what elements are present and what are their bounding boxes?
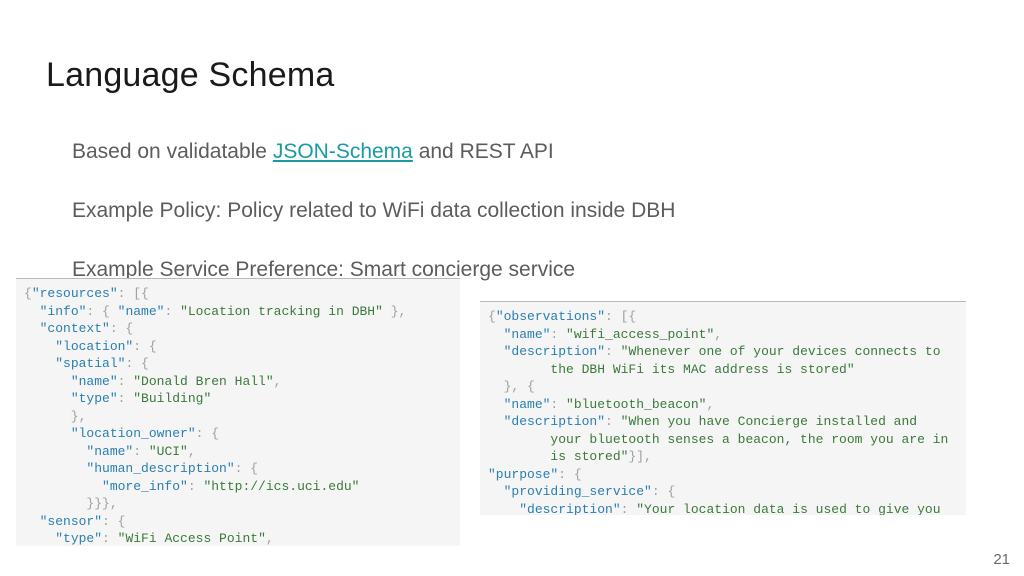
t: "info" (40, 304, 87, 319)
t: , (274, 374, 282, 389)
t: : { (102, 514, 125, 529)
t: : (605, 344, 621, 359)
t: "Whenever one of your devices connects t… (621, 344, 941, 359)
t: : (118, 374, 134, 389)
t: "name" (86, 444, 133, 459)
t: }}}, (24, 496, 118, 511)
t: : { (235, 461, 258, 476)
t: : (188, 479, 204, 494)
t: , (714, 327, 722, 342)
t (24, 479, 102, 494)
t: }, (383, 304, 406, 319)
t: "human_description" (86, 461, 234, 476)
t: : { (133, 339, 156, 354)
t (488, 502, 519, 516)
t: "description" (504, 344, 605, 359)
t (24, 339, 55, 354)
t: { (488, 309, 496, 324)
t: the DBH WiFi its MAC address is stored" (488, 362, 855, 377)
t: "name" (118, 304, 165, 319)
t: "name" (504, 327, 551, 342)
t: "resources" (32, 286, 118, 301)
body-line-1-post: and REST API (413, 140, 554, 163)
t (24, 444, 86, 459)
t: , (706, 397, 714, 412)
code-box-right: {"observations": [{ "name": "wifi_access… (480, 301, 966, 515)
json-schema-link[interactable]: JSON-Schema (273, 140, 413, 163)
t: "Your location data is used to give you (636, 502, 940, 516)
t: : (621, 502, 637, 516)
t: "description" (519, 502, 620, 516)
t: "name" (71, 374, 118, 389)
t: "type" (71, 391, 118, 406)
t (488, 344, 504, 359)
t (24, 321, 40, 336)
code-box-left: {"resources": [{ "info": { "name": "Loca… (16, 278, 460, 546)
t: your bluetooth senses a beacon, the room… (488, 432, 948, 447)
t: "http://ics.uci.edu" (203, 479, 359, 494)
t: : (550, 397, 566, 412)
t: "description" (504, 414, 605, 429)
t: : { (110, 321, 133, 336)
t: "UCI" (149, 444, 188, 459)
t: "WiFi Access Point" (118, 531, 266, 546)
t: "location" (55, 339, 133, 354)
t: "When you have Concierge installed and (621, 414, 917, 429)
slide-title: Language Schema (46, 56, 334, 95)
t: }, (24, 409, 86, 424)
t (488, 327, 504, 342)
t: "bluetooth_beacon" (566, 397, 706, 412)
t (24, 461, 86, 476)
t: }], (628, 449, 651, 464)
t: : (550, 327, 566, 342)
t: "spatial" (55, 356, 125, 371)
t: "location_owner" (71, 426, 196, 441)
t: "name" (504, 397, 551, 412)
t: : { (86, 304, 117, 319)
t (24, 514, 40, 529)
t: "observations" (496, 309, 605, 324)
t: : [{ (118, 286, 149, 301)
t: "context" (40, 321, 110, 336)
t (24, 374, 71, 389)
t: "Location tracking in DBH" (180, 304, 383, 319)
t: "more_info" (102, 479, 188, 494)
t: : (133, 444, 149, 459)
slide: Language Schema Based on validatable JSO… (0, 0, 1024, 576)
t: : { (125, 356, 148, 371)
t: "type" (55, 531, 102, 546)
t: , (188, 444, 196, 459)
t: "Building" (133, 391, 211, 406)
t: : { (558, 467, 581, 482)
t (24, 391, 71, 406)
t: is stored" (488, 449, 628, 464)
t: : (605, 414, 621, 429)
t: : { (652, 484, 675, 499)
t: "purpose" (488, 467, 558, 482)
t (488, 397, 504, 412)
t: , (266, 531, 274, 546)
t (24, 304, 40, 319)
t (24, 356, 55, 371)
t (24, 531, 55, 546)
t: }, { (488, 379, 535, 394)
t (24, 426, 71, 441)
t: { (24, 286, 32, 301)
t (488, 414, 504, 429)
t: : (102, 531, 118, 546)
body-line-1: Based on validatable JSON-Schema and RES… (72, 140, 554, 164)
t: : [{ (605, 309, 636, 324)
t: "sensor" (40, 514, 102, 529)
t: : (164, 304, 180, 319)
body-line-1-pre: Based on validatable (72, 140, 273, 163)
t: "Donald Bren Hall" (133, 374, 273, 389)
t: : { (196, 426, 219, 441)
page-number: 21 (993, 551, 1010, 568)
t: "wifi_access_point" (566, 327, 714, 342)
t: : (118, 391, 134, 406)
t: "providing_service" (504, 484, 652, 499)
body-line-2: Example Policy: Policy related to WiFi d… (72, 199, 675, 223)
t (488, 484, 504, 499)
